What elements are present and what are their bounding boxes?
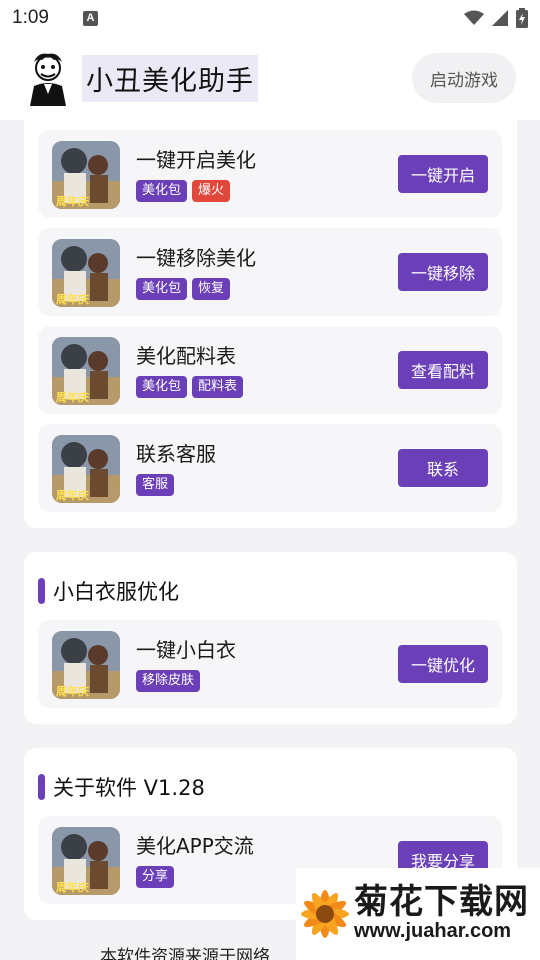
game-thumbnail-icon: 周年庆 <box>52 337 120 405</box>
list-item: 周年庆 一键移除美化 美化包 恢复 一键移除 <box>38 228 502 316</box>
list-item: 周年庆 一键小白衣 移除皮肤 一键优化 <box>38 620 502 708</box>
game-thumbnail-icon: 周年庆 <box>52 141 120 209</box>
tag: 分享 <box>136 866 175 888</box>
tag: 恢复 <box>192 278 231 300</box>
tag-list: 美化包 恢复 <box>136 278 231 300</box>
optimize-button[interactable]: 一键优化 <box>398 645 488 683</box>
signal-icon <box>492 10 508 26</box>
svg-text:周年庆: 周年庆 <box>56 292 89 306</box>
tag: 美化包 <box>136 180 188 202</box>
status-icons <box>464 8 528 28</box>
section-title: 关于软件 V1.28 <box>38 772 205 802</box>
app-header: 小丑美化助手 启动游戏 <box>0 36 540 120</box>
tag-list: 分享 <box>136 866 175 888</box>
svg-text:周年庆: 周年庆 <box>56 488 89 502</box>
tag: 客服 <box>136 474 175 496</box>
section-title-text: 关于软件 V1.28 <box>53 776 205 800</box>
game-thumbnail-icon: 周年庆 <box>52 827 120 895</box>
start-game-button[interactable]: 启动游戏 <box>412 53 516 103</box>
footer-disclaimer: 本软件资源来源于网络 <box>100 947 270 960</box>
tag-list: 美化包 爆火 <box>136 180 231 202</box>
svg-text:周年庆: 周年庆 <box>56 390 89 404</box>
tag: 美化包 <box>136 376 188 398</box>
game-thumbnail-icon: 周年庆 <box>52 435 120 503</box>
joker-logo-icon <box>30 53 66 106</box>
watermark-title: 菊花下载网 <box>354 882 529 922</box>
item-title: 一键移除美化 <box>136 246 256 270</box>
section-accent-bar <box>38 774 45 800</box>
status-bar: 1:09 A <box>0 0 540 36</box>
game-thumbnail-icon: 周年庆 <box>52 239 120 307</box>
main-features-card: 周年庆 一键开启美化 美化包 爆火 一键开启 周年庆 一键移除美化 美化包 恢复… <box>24 120 517 528</box>
contact-support-button[interactable]: 联系 <box>398 449 488 487</box>
list-item: 周年庆 美化配料表 美化包 配料表 查看配料 <box>38 326 502 414</box>
wifi-icon <box>464 10 484 25</box>
tag-list: 客服 <box>136 474 175 496</box>
battery-icon <box>516 8 528 28</box>
section-title-text: 小白衣服优化 <box>53 580 179 604</box>
notification-icon: A <box>82 10 98 26</box>
site-watermark: 菊花下载网 www.juahar.com <box>296 868 540 960</box>
item-title: 美化APP交流 <box>136 834 254 858</box>
tag-list: 美化包 配料表 <box>136 376 244 398</box>
watermark-url: www.juahar.com <box>354 920 512 942</box>
tag-hot: 爆火 <box>192 180 231 202</box>
tag-list: 移除皮肤 <box>136 670 201 692</box>
item-title: 联系客服 <box>136 442 216 466</box>
list-item: 周年庆 联系客服 客服 联系 <box>38 424 502 512</box>
white-clothes-card: 小白衣服优化 周年庆 一键小白衣 移除皮肤 一键优化 <box>24 552 517 724</box>
content-scroll[interactable]: 周年庆 一键开启美化 美化包 爆火 一键开启 周年庆 一键移除美化 美化包 恢复… <box>0 120 540 960</box>
item-title: 美化配料表 <box>136 344 236 368</box>
game-thumbnail-icon: 周年庆 <box>52 631 120 699</box>
tag: 配料表 <box>192 376 244 398</box>
svg-text:周年庆: 周年庆 <box>56 684 89 698</box>
view-ingredients-button[interactable]: 查看配料 <box>398 351 488 389</box>
svg-text:周年庆: 周年庆 <box>56 194 89 208</box>
list-item: 周年庆 一键开启美化 美化包 爆火 一键开启 <box>38 130 502 218</box>
section-title: 小白衣服优化 <box>38 576 179 606</box>
tag: 移除皮肤 <box>136 670 201 692</box>
enable-beautify-button[interactable]: 一键开启 <box>398 155 488 193</box>
section-accent-bar <box>38 578 45 604</box>
item-title: 一键小白衣 <box>136 638 236 662</box>
svg-text:周年庆: 周年庆 <box>56 880 89 894</box>
tag: 美化包 <box>136 278 188 300</box>
remove-beautify-button[interactable]: 一键移除 <box>398 253 488 291</box>
flower-logo-icon <box>301 890 349 938</box>
item-title: 一键开启美化 <box>136 148 256 172</box>
status-time: 1:09 <box>12 7 49 28</box>
app-title: 小丑美化助手 <box>82 54 258 102</box>
